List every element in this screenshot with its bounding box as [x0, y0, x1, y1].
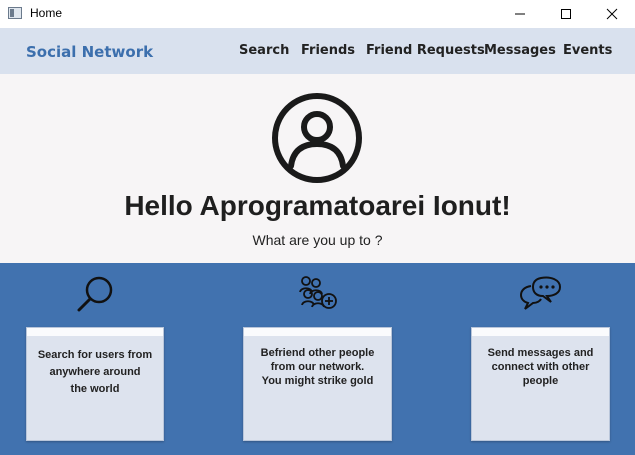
feature-card-friends-line: You might strike gold — [261, 375, 374, 387]
add-group-icon — [299, 276, 337, 309]
feature-card-search: Search for users from anywhere around th… — [26, 327, 164, 441]
chat-icon — [519, 276, 562, 310]
feature-card-search-line: anywhere around — [49, 366, 141, 378]
feature-card-messages: Send messages and connect with other peo… — [471, 327, 610, 441]
feature-card-messages-line: connect with other — [491, 361, 590, 373]
maximize-icon — [561, 9, 571, 19]
nav-item-friends[interactable]: Friends — [301, 43, 355, 58]
greeting-subtitle: What are you up to ? — [252, 232, 383, 248]
feature-card-friends-line: Befriend other people — [260, 347, 375, 359]
window-title: Home — [30, 6, 63, 20]
feature-card-messages-line: people — [522, 375, 559, 387]
feature-card-messages-line: Send messages and — [487, 347, 594, 359]
feature-card-search-line: the world — [70, 383, 120, 395]
navbar: Social Network Search Friends Friend Req… — [0, 28, 635, 74]
window-titlebar: Home — [0, 0, 635, 28]
maximize-button[interactable] — [543, 0, 589, 28]
minimize-button[interactable] — [497, 0, 543, 28]
close-icon — [606, 8, 618, 20]
greeting-heading: Hello Aprogramatoarei Ionut! — [124, 190, 511, 221]
feature-card-friends-line: from our network. — [270, 361, 365, 373]
close-button[interactable] — [589, 0, 635, 28]
nav-item-messages[interactable]: Messages — [484, 43, 556, 58]
search-icon — [77, 276, 113, 312]
nav-item-events[interactable]: Events — [563, 43, 612, 58]
nav-item-friend-requests[interactable]: Friend Requests — [366, 43, 485, 58]
nav-item-search[interactable]: Search — [239, 43, 289, 58]
brand-title[interactable]: Social Network — [26, 43, 153, 61]
feature-card-search-line: Search for users from — [37, 349, 153, 361]
app-window-icon — [8, 7, 22, 19]
user-avatar-icon — [272, 93, 362, 183]
minimize-icon — [515, 13, 525, 15]
feature-card-friends: Befriend other people from our network. … — [243, 327, 392, 441]
